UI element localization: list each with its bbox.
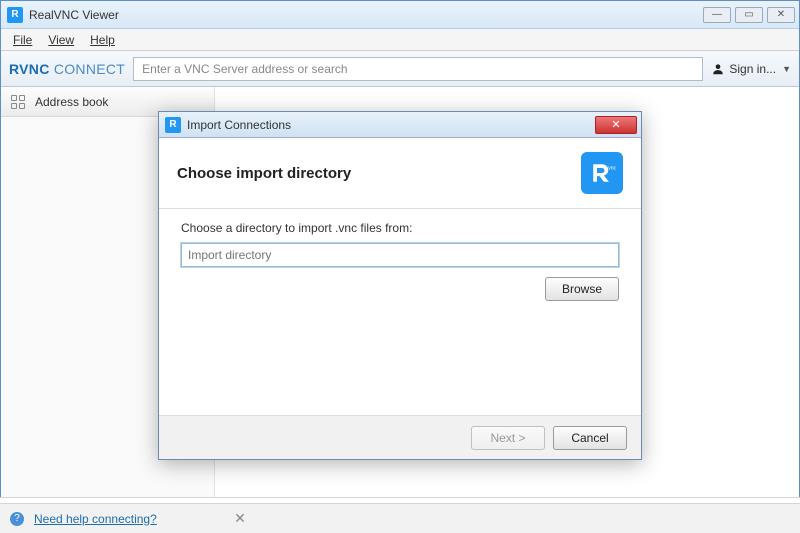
window-titlebar[interactable]: R RealVNC Viewer — ▭ ✕ xyxy=(1,1,799,29)
dialog-footer: Next > Cancel xyxy=(159,415,641,459)
signin-button[interactable]: Sign in... ▼ xyxy=(711,62,791,76)
dialog-title: Import Connections xyxy=(187,118,595,132)
dialog-titlebar[interactable]: R Import Connections ✕ xyxy=(159,112,641,138)
signin-label: Sign in... xyxy=(729,62,776,76)
dialog-header: Choose import directory vnc xyxy=(159,138,641,209)
status-bar: ? Need help connecting? ✕ xyxy=(0,503,800,533)
rvnc-logo-icon: vnc xyxy=(581,152,623,194)
user-icon xyxy=(711,62,725,76)
status-close-button[interactable]: ✕ xyxy=(230,510,250,527)
menu-bar: File View Help xyxy=(1,29,799,51)
menu-help[interactable]: Help xyxy=(84,31,121,49)
brand-text-a: RVNC xyxy=(9,61,50,77)
brand-logo: RVNC CONNECT xyxy=(9,61,125,77)
address-book-label: Address book xyxy=(35,95,108,109)
import-directory-input[interactable] xyxy=(181,243,619,267)
search-input[interactable]: Enter a VNC Server address or search xyxy=(133,57,703,81)
close-button[interactable]: ✕ xyxy=(767,7,795,23)
browse-button[interactable]: Browse xyxy=(545,277,619,301)
app-icon: R xyxy=(7,7,23,23)
dialog-label: Choose a directory to import .vnc files … xyxy=(181,221,619,235)
grid-icon xyxy=(11,95,25,109)
window-title: RealVNC Viewer xyxy=(29,8,703,22)
dialog-heading: Choose import directory xyxy=(177,165,351,182)
maximize-button[interactable]: ▭ xyxy=(735,7,763,23)
dialog-icon: R xyxy=(165,117,181,133)
menu-file[interactable]: File xyxy=(7,31,38,49)
dialog-close-button[interactable]: ✕ xyxy=(595,116,637,134)
help-link[interactable]: Need help connecting? xyxy=(34,512,157,526)
brand-text-b: CONNECT xyxy=(54,61,125,77)
info-icon: ? xyxy=(10,512,24,526)
cancel-button[interactable]: Cancel xyxy=(553,426,627,450)
window-controls: — ▭ ✕ xyxy=(703,7,795,23)
next-button[interactable]: Next > xyxy=(471,426,545,450)
menu-view[interactable]: View xyxy=(42,31,80,49)
dialog-body: Choose a directory to import .vnc files … xyxy=(159,209,641,415)
minimize-button[interactable]: — xyxy=(703,7,731,23)
toolbar: RVNC CONNECT Enter a VNC Server address … xyxy=(1,51,799,87)
caret-down-icon: ▼ xyxy=(782,64,791,74)
svg-text:vnc: vnc xyxy=(608,165,616,171)
import-dialog: R Import Connections ✕ Choose import dir… xyxy=(158,111,642,460)
